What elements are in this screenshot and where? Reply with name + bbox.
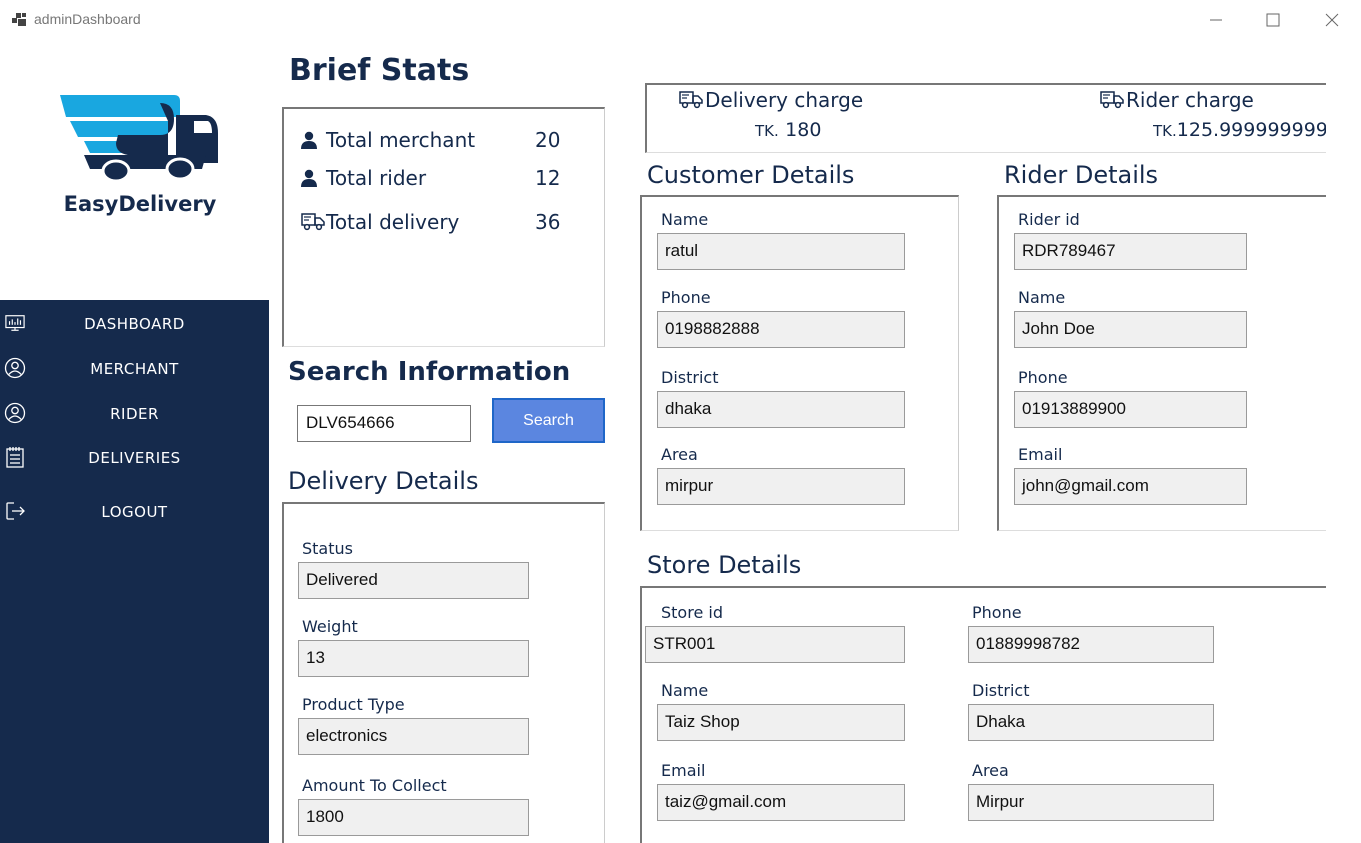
truck-icon: [301, 213, 325, 231]
sidebar: DASHBOARD MERCHANT RIDER DELIVERIES LOGO…: [0, 300, 269, 843]
rider-charge-amount: TK.125.9999999999: [1153, 117, 1326, 141]
product-type-field[interactable]: electronics: [298, 718, 529, 755]
rider-details-title: Rider Details: [1004, 161, 1159, 189]
sidebar-item-label: RIDER: [110, 405, 159, 423]
close-icon: [1325, 13, 1339, 27]
minimize-icon: [1210, 19, 1222, 21]
maximize-icon: [1266, 13, 1280, 27]
stat-label-total-delivery: Total delivery: [326, 210, 460, 234]
person-icon: [301, 131, 317, 149]
store-district-field[interactable]: Dhaka: [968, 704, 1214, 741]
weight-label: Weight: [302, 617, 358, 636]
store-id-label: Store id: [661, 603, 723, 622]
window-title: adminDashboard: [34, 11, 141, 27]
store-phone-label: Phone: [972, 603, 1022, 622]
truck-icon: [1100, 91, 1124, 109]
stat-label-total-rider: Total rider: [326, 166, 427, 190]
delivery-charge-label: Delivery charge: [705, 88, 864, 112]
rider-email-label: Email: [1018, 445, 1063, 464]
brand-name: EasyDelivery: [63, 192, 217, 216]
customer-name-field[interactable]: ratul: [657, 233, 905, 270]
status-field[interactable]: Delivered: [298, 562, 529, 599]
sidebar-item-label: MERCHANT: [90, 360, 179, 378]
customer-area-label: Area: [661, 445, 698, 464]
store-area-label: Area: [972, 761, 1009, 780]
customer-district-label: District: [661, 368, 719, 387]
store-id-field[interactable]: STR001: [645, 626, 905, 663]
store-name-field[interactable]: Taiz Shop: [657, 704, 905, 741]
rider-name-label: Name: [1018, 288, 1066, 307]
customer-phone-label: Phone: [661, 288, 711, 307]
maximize-button[interactable]: [1251, 6, 1295, 34]
sidebar-item-label: DASHBOARD: [84, 315, 185, 333]
rider-charge-value: 125.9999999999: [1176, 119, 1326, 141]
rider-charge-label: Rider charge: [1126, 88, 1254, 112]
truck-icon: [679, 91, 703, 109]
currency-prefix: TK.: [755, 122, 779, 140]
stat-value-total-merchant: 20: [535, 128, 561, 152]
close-button[interactable]: [1310, 6, 1354, 34]
person-icon: [301, 169, 317, 187]
sidebar-item-merchant[interactable]: MERCHANT: [0, 351, 269, 387]
store-email-label: Email: [661, 761, 706, 780]
sidebar-item-logout[interactable]: LOGOUT: [0, 494, 269, 530]
stat-label-total-merchant: Total merchant: [326, 128, 476, 152]
customer-name-label: Name: [661, 210, 709, 229]
brief-stats-title: Brief Stats: [289, 53, 470, 88]
product-type-label: Product Type: [302, 695, 405, 714]
sidebar-item-label: DELIVERIES: [88, 449, 181, 467]
stat-value-total-rider: 12: [535, 166, 561, 190]
weight-field[interactable]: 13: [298, 640, 529, 677]
rider-name-field[interactable]: John Doe: [1014, 311, 1247, 348]
rider-id-field[interactable]: RDR789467: [1014, 233, 1247, 270]
store-name-label: Name: [661, 681, 709, 700]
sidebar-item-deliveries[interactable]: DELIVERIES: [0, 440, 269, 476]
minimize-button[interactable]: [1194, 6, 1238, 34]
search-input[interactable]: DLV654666: [297, 405, 471, 442]
customer-district-field[interactable]: dhaka: [657, 391, 905, 428]
app-icon: [12, 13, 26, 26]
status-label: Status: [302, 539, 353, 558]
rider-phone-field[interactable]: 01913889900: [1014, 391, 1247, 428]
delivery-details-title: Delivery Details: [288, 467, 479, 495]
currency-prefix: TK.: [1153, 122, 1177, 140]
search-information-title: Search Information: [288, 357, 571, 387]
store-details-title: Store Details: [647, 551, 802, 579]
sidebar-item-label: LOGOUT: [101, 503, 168, 521]
easydelivery-logo: [60, 95, 218, 183]
stat-value-total-delivery: 36: [535, 210, 561, 234]
rider-id-label: Rider id: [1018, 210, 1080, 229]
customer-phone-field[interactable]: 0198882888: [657, 311, 905, 348]
delivery-charge-value: 180: [785, 119, 822, 141]
amount-to-collect-field[interactable]: 1800: [298, 799, 529, 836]
rider-phone-label: Phone: [1018, 368, 1068, 387]
window-titlebar: adminDashboard: [0, 0, 1361, 40]
sidebar-item-rider[interactable]: RIDER: [0, 396, 269, 432]
rider-email-field[interactable]: john@gmail.com: [1014, 468, 1247, 505]
customer-details-title: Customer Details: [647, 161, 855, 189]
search-button[interactable]: Search: [492, 398, 605, 443]
amount-to-collect-label: Amount To Collect: [302, 776, 447, 795]
delivery-charge-amount: TK. 180: [755, 117, 821, 141]
sidebar-item-dashboard[interactable]: DASHBOARD: [0, 306, 269, 342]
store-area-field[interactable]: Mirpur: [968, 784, 1214, 821]
customer-area-field[interactable]: mirpur: [657, 468, 905, 505]
store-email-field[interactable]: taiz@gmail.com: [657, 784, 905, 821]
store-district-label: District: [972, 681, 1030, 700]
store-phone-field[interactable]: 01889998782: [968, 626, 1214, 663]
